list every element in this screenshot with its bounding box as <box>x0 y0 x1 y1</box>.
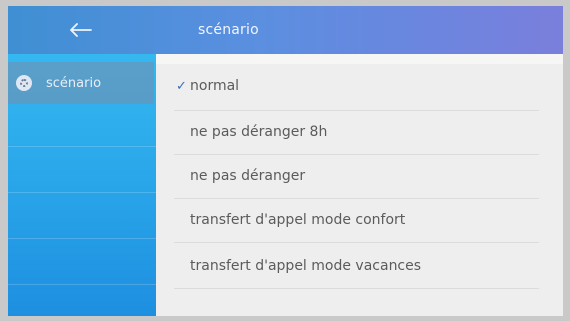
menu-top-strip <box>156 54 563 64</box>
sidebar-divider <box>8 238 156 239</box>
left-arrow-icon <box>70 23 92 37</box>
sidebar-item-label: scénario <box>46 75 102 91</box>
option-ne-pas-deranger-8h[interactable]: ne pas déranger 8h <box>176 110 546 154</box>
sidebar-item-scenario[interactable]: scénario <box>8 62 154 104</box>
device-screen: scénario scénario ✓ normal ne pas dérang… <box>8 6 563 316</box>
sidebar: scénario <box>8 54 156 316</box>
scenario-menu: ✓ normal ne pas déranger 8h ne pas déran… <box>156 54 563 316</box>
option-transfert-mode-vacances[interactable]: transfert d'appel mode vacances <box>176 244 546 288</box>
back-button[interactable] <box>63 16 99 44</box>
option-label: ne pas déranger 8h <box>190 124 328 140</box>
scenario-icon <box>16 75 32 91</box>
sidebar-divider <box>8 192 156 193</box>
sidebar-divider <box>8 284 156 285</box>
option-label: normal <box>190 78 240 94</box>
option-normal[interactable]: ✓ normal <box>176 64 546 108</box>
option-transfert-mode-confort[interactable]: transfert d'appel mode confort <box>176 198 546 242</box>
menu-divider <box>174 242 539 243</box>
option-label: ne pas déranger <box>190 168 306 184</box>
page-title: scénario <box>198 22 259 38</box>
checkmark-icon: ✓ <box>176 78 187 94</box>
menu-divider <box>174 288 539 289</box>
option-label: transfert d'appel mode confort <box>190 212 406 228</box>
sidebar-divider <box>8 146 156 147</box>
option-ne-pas-deranger[interactable]: ne pas déranger <box>176 154 546 198</box>
header-bar: scénario <box>8 6 563 54</box>
option-label: transfert d'appel mode vacances <box>190 258 422 274</box>
